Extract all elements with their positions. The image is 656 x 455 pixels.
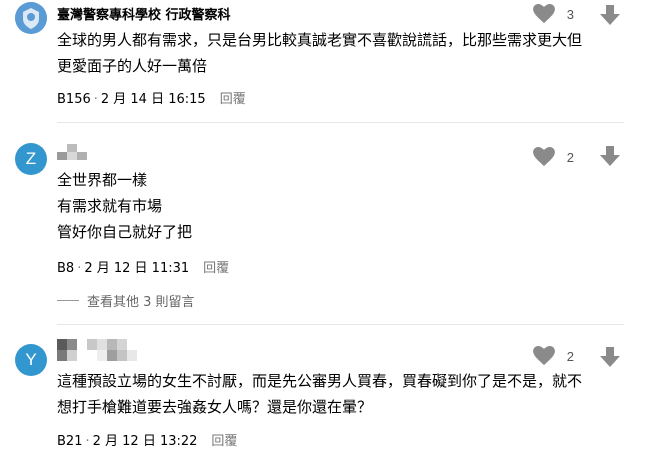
- like-count: 3: [566, 6, 574, 22]
- comment-line: 全世界都一樣: [57, 171, 148, 189]
- arrow-down-icon: [600, 347, 620, 367]
- like-count: 2: [566, 348, 574, 364]
- comment-line: 這種預設立場的女生不討厭，而是先公審男人買春，買春礙到你了是不是，就不: [57, 372, 583, 390]
- reply-button[interactable]: 回覆: [220, 92, 246, 107]
- separator-dot: ·: [77, 261, 82, 276]
- comment-meta: B8 · 2 月 12 日 11:31 回覆: [57, 257, 229, 276]
- school-avatar[interactable]: [15, 2, 47, 34]
- heart-icon[interactable]: [532, 147, 555, 167]
- comment-author[interactable]: 臺灣警察專科學校 行政警察科: [57, 4, 231, 23]
- like-count: 2: [566, 149, 574, 165]
- comment-line: 更愛面子的人好一萬倍: [57, 57, 208, 75]
- more-replies-label: 查看其他 3 則留言: [87, 295, 195, 310]
- avatar[interactable]: Z: [15, 143, 47, 175]
- like-control[interactable]: 2: [532, 147, 574, 167]
- comment-b156: 臺灣警察專科學校 行政警察科 3 全球的男人都有需求，只是台男比較真誠老實不喜歡…: [0, 0, 656, 120]
- reply-button[interactable]: 回覆: [211, 434, 237, 449]
- comment-b8: Z 2 全世界都一樣 有需求就有市場 管好你自己就好了把 B8 · 2 月 12 日…: [0, 122, 656, 317]
- comment-b21: Y 2 這種預設立場的女生不討厭，而是先公審男人買春，買春礙到你了是不是，就不 …: [0, 324, 656, 455]
- comment-line: 想打手槍難道要去強姦女人嗎？還是你還在暈？: [57, 398, 373, 416]
- comment-line: 管好你自己就好了把: [57, 223, 193, 241]
- heart-icon[interactable]: [532, 346, 555, 366]
- floor-number: B21: [57, 434, 83, 449]
- arrow-down-icon: [600, 146, 620, 166]
- comment-body: 全球的男人都有需求，只是台男比較真誠老實不喜歡說謊話，比那些需求更大但 更愛面子…: [57, 27, 632, 79]
- floor-number: B8: [57, 261, 75, 276]
- comment-line: 全球的男人都有需求，只是台男比較真誠老實不喜歡說謊話，比那些需求更大但: [57, 31, 583, 49]
- dislike-button[interactable]: [600, 5, 620, 29]
- comment-body: 全世界都一樣 有需求就有市場 管好你自己就好了把: [57, 167, 632, 245]
- arrow-down-icon: [600, 5, 620, 25]
- author-name-censored[interactable]: [57, 339, 137, 361]
- avatar[interactable]: Y: [15, 344, 47, 376]
- reply-button[interactable]: 回覆: [203, 261, 229, 276]
- comment-meta: B21 · 2 月 12 日 13:22 回覆: [57, 430, 237, 449]
- separator-dot: ·: [85, 434, 90, 449]
- comment-date: 2 月 12 日 13:22: [92, 434, 198, 449]
- like-control[interactable]: 2: [532, 346, 574, 366]
- heart-icon[interactable]: [532, 4, 555, 24]
- comment-line: 有需求就有市場: [57, 197, 163, 215]
- view-more-replies[interactable]: 查看其他 3 則留言: [57, 291, 195, 310]
- more-replies-line: [57, 300, 79, 301]
- comment-date: 2 月 12 日 11:31: [84, 261, 190, 276]
- comment-body: 這種預設立場的女生不討厭，而是先公審男人買春，買春礙到你了是不是，就不 想打手槍…: [57, 368, 632, 420]
- author-name-censored[interactable]: [57, 144, 87, 160]
- comment-meta: B156 · 2 月 14 日 16:15 回覆: [57, 88, 246, 107]
- floor-number: B156: [57, 92, 91, 107]
- separator-dot: ·: [93, 92, 98, 107]
- school-badge-icon: [15, 2, 47, 34]
- comment-date: 2 月 14 日 16:15: [100, 92, 206, 107]
- like-control[interactable]: 3: [532, 4, 574, 24]
